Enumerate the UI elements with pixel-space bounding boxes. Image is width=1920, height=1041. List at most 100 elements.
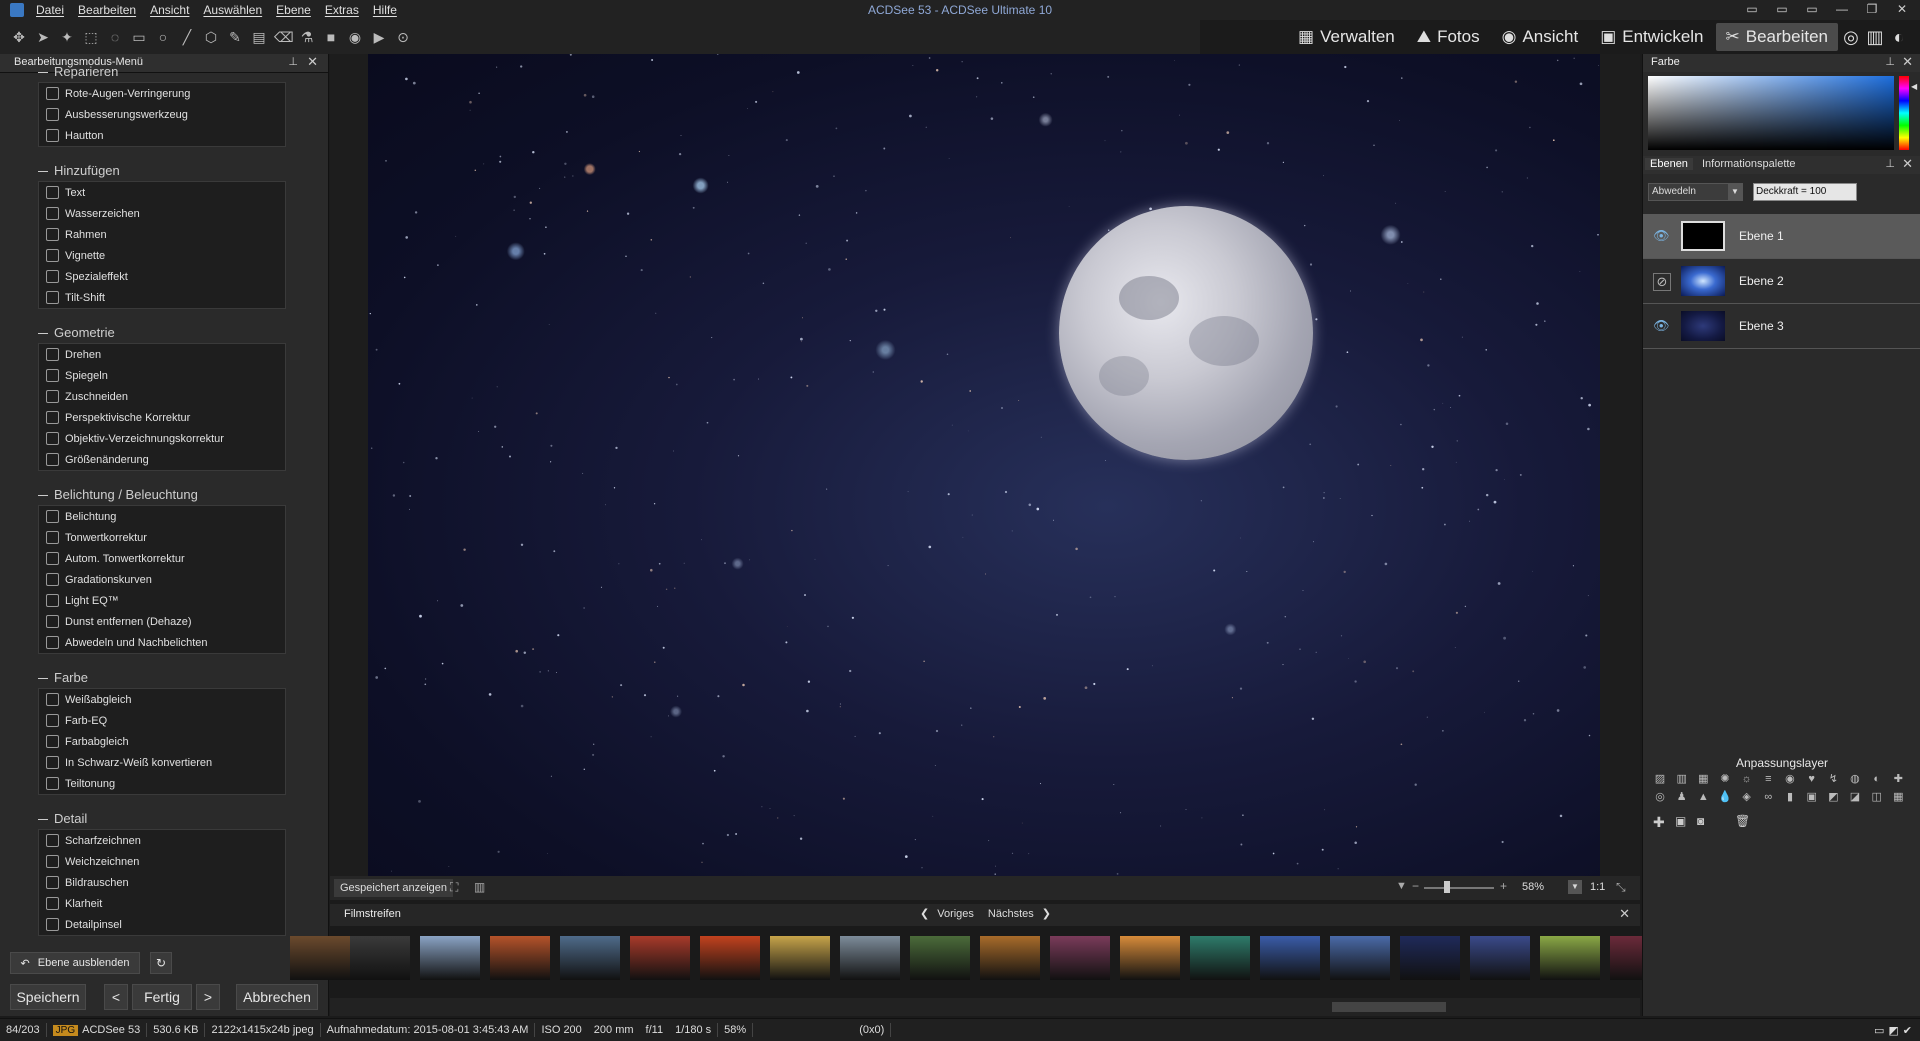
eye-hidden-icon[interactable]: ⊘ bbox=[1653, 273, 1671, 291]
tool-item[interactable]: Farb-EQ bbox=[39, 710, 285, 731]
adjustment-layer-icon[interactable]: ◉ bbox=[1783, 772, 1797, 786]
filmstrip-thumbnail[interactable] bbox=[420, 936, 480, 980]
filmstrip-thumbnail[interactable] bbox=[1120, 936, 1180, 980]
line-icon[interactable]: ╱ bbox=[178, 28, 196, 46]
adjustment-layer-icon[interactable]: ✚ bbox=[1891, 772, 1905, 786]
filmstrip-thumbnail[interactable] bbox=[290, 936, 350, 980]
next-arrow-icon[interactable]: > bbox=[196, 984, 220, 1010]
hide-layer-button[interactable]: ↶ Ebene ausblenden bbox=[10, 952, 140, 974]
tool-item[interactable]: Klarheit bbox=[39, 893, 285, 914]
adjustment-layer-icon[interactable]: ▮ bbox=[1783, 790, 1797, 804]
add-layer-icon[interactable]: ✚ bbox=[1653, 814, 1665, 831]
tool-item[interactable]: Vignette bbox=[39, 245, 285, 266]
filmstrip-thumbnail[interactable] bbox=[630, 936, 690, 980]
tool-item[interactable]: Gradationskurven bbox=[39, 569, 285, 590]
tool-item[interactable]: Weichzeichnen bbox=[39, 851, 285, 872]
adjustment-layer-icon[interactable]: ◫ bbox=[1870, 790, 1884, 804]
filmstrip-thumbnail[interactable] bbox=[840, 936, 900, 980]
adjustment-layer-icon[interactable]: ▦ bbox=[1696, 772, 1710, 786]
adjustment-layer-icon[interactable]: ◐ bbox=[1870, 772, 1884, 786]
zoom-options-icon[interactable]: ▼ bbox=[1568, 880, 1582, 894]
move-tool-icon[interactable]: ✥ bbox=[10, 28, 28, 46]
layout-bottom-icon[interactable]: ▭ bbox=[1774, 2, 1790, 16]
zoom-value[interactable]: 58% bbox=[1522, 881, 1544, 893]
tool-item[interactable]: Ausbesserungswerkzeug bbox=[39, 104, 285, 125]
filmstrip-thumbnail[interactable] bbox=[1260, 936, 1320, 980]
scroll-thumb[interactable] bbox=[1332, 1002, 1446, 1012]
layout-left-icon[interactable]: ▭ bbox=[1744, 2, 1760, 16]
tool-item[interactable]: Weißabgleich bbox=[39, 689, 285, 710]
opacity-field[interactable]: Deckkraft = 100 bbox=[1753, 183, 1857, 201]
play-icon[interactable]: ▶ bbox=[370, 28, 388, 46]
tool-item[interactable]: Rote-Augen-Verringerung bbox=[39, 83, 285, 104]
mode-ansicht[interactable]: ◉ Ansicht bbox=[1492, 23, 1589, 51]
adjustment-layer-icon[interactable]: ∞ bbox=[1761, 790, 1775, 804]
tool-item[interactable]: Detailpinsel bbox=[39, 914, 285, 935]
adjustment-layer-icon[interactable]: ▲ bbox=[1696, 790, 1710, 804]
next-link[interactable]: Nächstes bbox=[988, 908, 1034, 920]
polygon-icon[interactable]: ⬡ bbox=[202, 28, 220, 46]
section-header[interactable]: Hinzufügen bbox=[38, 163, 120, 178]
mode-bearbeiten[interactable]: ✂ Bearbeiten bbox=[1715, 23, 1838, 51]
chevron-left-icon[interactable]: ❮ bbox=[920, 907, 929, 920]
close-button[interactable]: ✕ bbox=[1894, 2, 1910, 16]
adjustment-layer-icon[interactable]: ☼ bbox=[1740, 772, 1754, 786]
section-header[interactable]: Reparieren bbox=[38, 64, 118, 79]
layer-row[interactable]: 👁 Ebene 1 bbox=[1643, 214, 1920, 259]
color-swatch-icon[interactable]: ■ bbox=[322, 28, 340, 46]
filmstrip-scrollbar[interactable] bbox=[330, 998, 1640, 1016]
tool-item[interactable]: Spiegeln bbox=[39, 365, 285, 386]
filmstrip-thumbnail[interactable] bbox=[1050, 936, 1110, 980]
brush-icon[interactable]: ✎ bbox=[226, 28, 244, 46]
tool-item[interactable]: Tonwertkorrektur bbox=[39, 527, 285, 548]
save-button[interactable]: Speichern bbox=[10, 984, 86, 1010]
chevron-right-icon[interactable]: ❯ bbox=[1042, 907, 1051, 920]
tab-layers[interactable]: Ebenen bbox=[1645, 158, 1693, 170]
zoom-in-icon[interactable]: + bbox=[1500, 879, 1507, 893]
eraser-icon[interactable]: ⌫ bbox=[274, 28, 294, 46]
adjustment-layer-icon[interactable]: ◩ bbox=[1826, 790, 1840, 804]
gradient-icon[interactable]: ▤ bbox=[250, 28, 268, 46]
filmstrip-thumbnail[interactable] bbox=[770, 936, 830, 980]
mode-entwickeln[interactable]: ▣ Entwickeln bbox=[1590, 23, 1713, 51]
rectangle-icon[interactable]: ▭ bbox=[130, 28, 148, 46]
tool-item[interactable]: Belichtung bbox=[39, 506, 285, 527]
eyedropper-icon[interactable]: ⚗ bbox=[298, 28, 316, 46]
eye-icon[interactable]: 👁 bbox=[1653, 228, 1670, 244]
tool-item[interactable]: Bildrauschen bbox=[39, 872, 285, 893]
filmstrip-thumbnail[interactable] bbox=[910, 936, 970, 980]
magic-wand-icon[interactable]: ✦ bbox=[58, 28, 76, 46]
filmstrip-thumbnail[interactable] bbox=[560, 936, 620, 980]
trash-icon[interactable]: 🗑 bbox=[1735, 814, 1750, 828]
online-icon[interactable]: ◐ bbox=[1888, 26, 1910, 48]
adjustment-layer-icon[interactable]: ▨ bbox=[1653, 772, 1667, 786]
adjustment-layer-icon[interactable]: ▣ bbox=[1805, 790, 1819, 804]
show-saved-button[interactable]: Gespeichert anzeigen bbox=[334, 879, 454, 897]
mode-fotos[interactable]: ⛰ Fotos bbox=[1407, 23, 1490, 51]
color-picker-field[interactable] bbox=[1648, 76, 1894, 150]
dashboard-icon[interactable]: ▥ bbox=[1864, 26, 1886, 48]
adjustment-layer-icon[interactable]: ≡ bbox=[1761, 772, 1775, 786]
previous-link[interactable]: Voriges bbox=[937, 908, 974, 920]
adjustment-layer-icon[interactable]: ↯ bbox=[1826, 772, 1840, 786]
pin-icon[interactable]: ⊥ bbox=[288, 55, 298, 68]
365-icon[interactable]: ◎ bbox=[1840, 26, 1862, 48]
tool-item[interactable]: Farbabgleich bbox=[39, 731, 285, 752]
adjustment-layer-icon[interactable]: ◈ bbox=[1740, 790, 1754, 804]
adjustment-layer-icon[interactable]: ✺ bbox=[1718, 772, 1732, 786]
adjustment-layer-icon[interactable]: ◎ bbox=[1653, 790, 1667, 804]
layer-row[interactable]: 👁 Ebene 3 bbox=[1643, 304, 1920, 349]
actual-size-button[interactable]: 1:1 bbox=[1590, 881, 1605, 893]
lasso-icon[interactable]: ◌ bbox=[106, 28, 124, 46]
filmstrip-thumbnail[interactable] bbox=[1400, 936, 1460, 980]
section-header[interactable]: Belichtung / Beleuchtung bbox=[38, 487, 198, 502]
tool-item[interactable]: Teiltonung bbox=[39, 773, 285, 794]
done-button[interactable]: Fertig bbox=[132, 984, 192, 1010]
tool-item[interactable]: Light EQ™ bbox=[39, 590, 285, 611]
filmstrip-thumbnail[interactable] bbox=[1470, 936, 1530, 980]
ellipse-icon[interactable]: ○ bbox=[154, 28, 172, 46]
section-header[interactable]: Farbe bbox=[38, 670, 88, 685]
close-icon[interactable]: ✕ bbox=[307, 54, 318, 70]
view-compare-icon[interactable]: ◩ bbox=[1888, 1024, 1898, 1037]
mode-verwalten[interactable]: ▦ Verwalten bbox=[1288, 23, 1405, 51]
